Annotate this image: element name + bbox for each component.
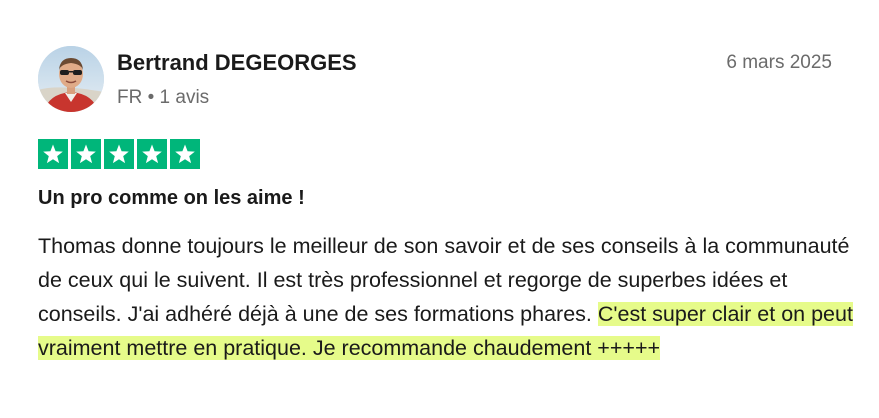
author-meta: FR • 1 avis [117,87,209,109]
star-icon [104,139,134,169]
star-icon [170,139,200,169]
review-title: Un pro comme on les aime ! [38,187,305,209]
star-rating [38,139,200,169]
avatar-image [38,46,104,112]
review-card: Bertrand DEGEORGES FR • 1 avis 6 mars 20… [0,0,879,418]
star-icon [137,139,167,169]
star-icon [38,139,68,169]
author-name[interactable]: Bertrand DEGEORGES [117,50,357,76]
review-date: 6 mars 2025 [726,52,832,73]
author-review-count: 1 avis [159,87,210,108]
author-country: FR [117,87,143,108]
star-icon [71,139,101,169]
avatar[interactable] [38,46,104,112]
meta-separator: • [147,87,155,108]
review-body: Thomas donne toujours le meilleur de son… [38,229,858,365]
